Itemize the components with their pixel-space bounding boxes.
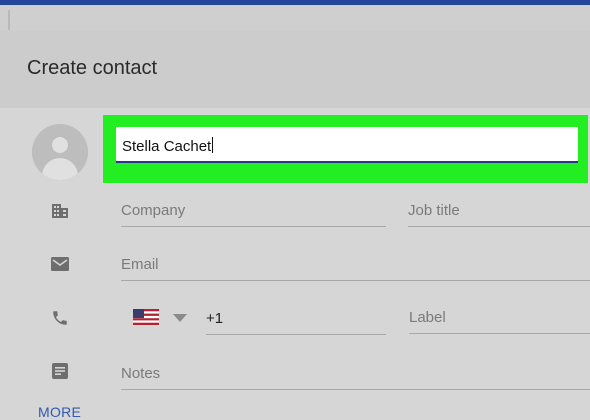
avatar-head xyxy=(52,137,68,153)
phone-input[interactable]: +1 xyxy=(206,306,386,336)
company-input[interactable]: Company xyxy=(121,198,386,228)
notes-underline xyxy=(121,389,590,390)
phone-country-select[interactable] xyxy=(133,307,191,329)
job-title-underline xyxy=(408,226,590,227)
notes-icon xyxy=(52,363,68,379)
phone-label-input[interactable]: Label xyxy=(409,305,590,335)
job-title-placeholder: Job title xyxy=(408,202,460,219)
notes-input[interactable]: Notes xyxy=(121,361,590,391)
email-placeholder: Email xyxy=(121,256,159,273)
notes-placeholder: Notes xyxy=(121,365,161,382)
email-icon xyxy=(51,257,69,271)
dialog-title: Create contact xyxy=(27,57,158,79)
name-value: Stella Cachet xyxy=(122,138,212,155)
phone-label-placeholder: Label xyxy=(409,309,446,326)
email-input[interactable]: Email xyxy=(121,252,590,282)
phone-icon xyxy=(53,311,67,325)
avatar[interactable] xyxy=(32,124,88,180)
company-underline xyxy=(121,226,386,227)
company-placeholder: Company xyxy=(121,202,186,219)
job-title-input[interactable]: Job title xyxy=(408,198,590,228)
chevron-down-icon xyxy=(173,314,187,322)
phone-underline xyxy=(206,334,386,335)
phone-label-underline xyxy=(409,333,590,334)
avatar-body xyxy=(42,158,78,180)
background-strip xyxy=(0,5,590,35)
text-caret xyxy=(212,137,214,153)
name-input[interactable]: Stella Cachet xyxy=(116,127,578,163)
phone-country-code: +1 xyxy=(206,310,224,327)
us-flag-icon xyxy=(133,309,159,325)
more-link[interactable]: MORE xyxy=(38,404,81,420)
email-underline xyxy=(121,280,590,281)
building-icon xyxy=(52,204,68,218)
